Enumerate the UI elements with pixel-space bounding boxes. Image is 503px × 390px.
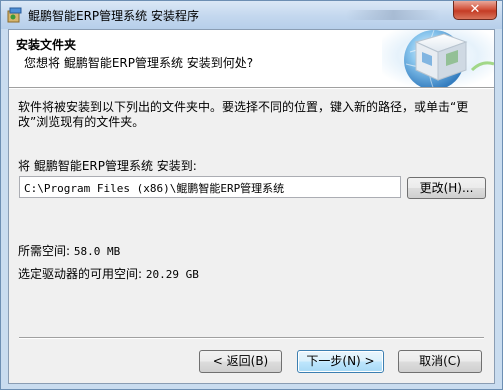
back-button[interactable]: < 返回(B): [199, 350, 282, 373]
globe-box-graphic: [382, 29, 495, 91]
space-required-value: 58.0 MB: [73, 245, 121, 258]
space-required: 所需空间: 58.0 MB: [18, 242, 120, 259]
installer-window: 鲲鹏智能ERP管理系统 安装程序 ✕ 安装文件夹 您想将 鲲鹏智能ERP管理系统…: [0, 0, 503, 390]
browse-button[interactable]: 更改(H)...: [407, 177, 486, 199]
window-title: 鲲鹏智能ERP管理系统 安装程序: [28, 9, 199, 23]
space-required-label: 所需空间:: [18, 244, 71, 258]
wizard-header: 安装文件夹 您想将 鲲鹏智能ERP管理系统 安装到何处?: [9, 29, 495, 91]
close-button[interactable]: ✕: [453, 1, 497, 20]
description-text: 软件将被安装到以下列出的文件夹中。要选择不同的位置，键入新的路径，或单击“更改”…: [18, 100, 469, 129]
space-available: 选定驱动器的可用空间: 20.29 GB: [18, 265, 199, 282]
header-divider: [9, 87, 494, 89]
close-icon: ✕: [469, 2, 481, 17]
wizard-client-area: 安装文件夹 您想将 鲲鹏智能ERP管理系统 安装到何处? 软件将被安装到以下列出…: [8, 29, 495, 384]
cancel-button[interactable]: 取消(C): [398, 350, 482, 373]
space-available-label: 选定驱动器的可用空间:: [18, 267, 143, 281]
title-bar-glow: [346, 10, 441, 20]
title-bar[interactable]: 鲲鹏智能ERP管理系统 安装程序 ✕: [1, 1, 502, 29]
install-path-field[interactable]: C:\Program Files (x86)\鲲鹏智能ERP管理系统: [19, 176, 401, 198]
footer-divider: [19, 337, 484, 339]
space-available-value: 20.29 GB: [145, 268, 199, 281]
install-location-label: 将 鲲鹏智能ERP管理系统 安装到:: [18, 159, 197, 173]
page-title: 安装文件夹: [16, 38, 77, 52]
page-subtitle: 您想将 鲲鹏智能ERP管理系统 安装到何处?: [24, 56, 254, 70]
installer-app-icon: [7, 7, 23, 23]
next-button[interactable]: 下一步(N) >: [297, 350, 384, 373]
